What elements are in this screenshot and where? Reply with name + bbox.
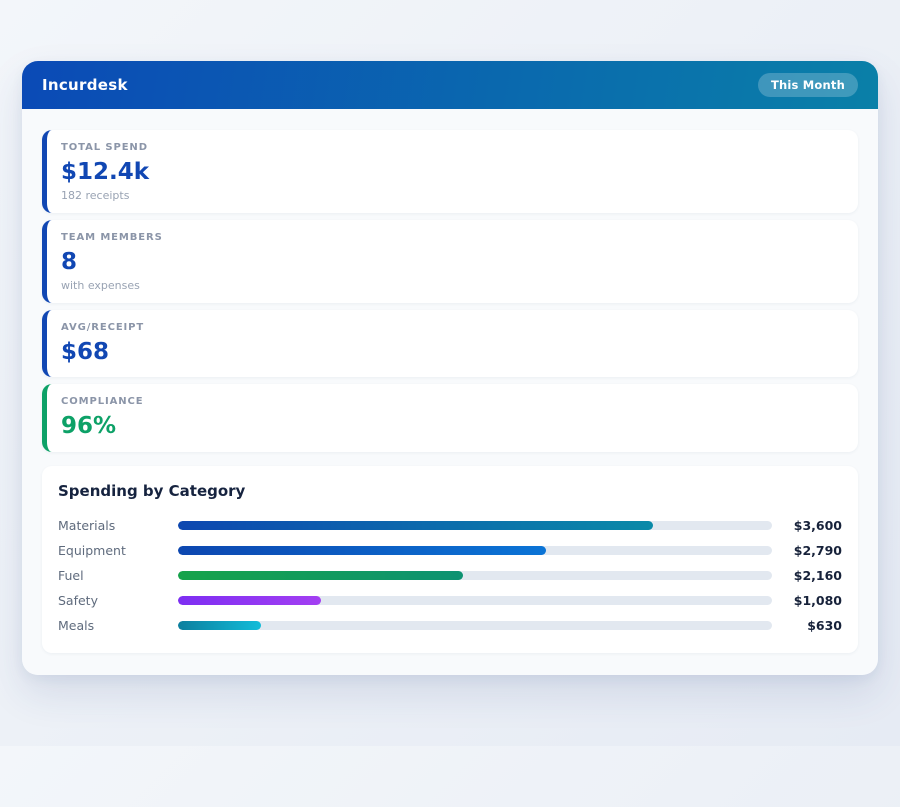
- bar-fill: [178, 521, 654, 530]
- bar-category-label: Materials: [58, 518, 116, 533]
- bar-row-equipment: Equipment $2,790: [58, 538, 842, 563]
- bar-fill: [178, 571, 464, 580]
- bar-value-label: $2,790: [793, 543, 842, 558]
- stat-value: $12.4k: [61, 159, 150, 185]
- stat-subtext: with expenses: [61, 278, 140, 292]
- bar-track: [178, 521, 772, 530]
- stat-value: 96%: [61, 413, 117, 440]
- bar-value-label: $630: [807, 618, 842, 633]
- stat-value: $68: [61, 338, 110, 365]
- stat-label: AVG/RECEIPT: [61, 321, 145, 333]
- period-badge[interactable]: This Month: [757, 73, 858, 97]
- stat-card-compliance: COMPLIANCE 96%: [42, 384, 858, 452]
- stat-card-team-members: TEAM MEMBERS 8 with expenses: [42, 219, 858, 303]
- bar-row-fuel: Fuel $2,160: [58, 563, 842, 588]
- bar-row-materials: Materials $3,600: [58, 513, 842, 538]
- bar-value-label: $2,160: [793, 568, 842, 583]
- bar-row-meals: Meals $630: [58, 613, 842, 638]
- bar-fill: [178, 596, 321, 605]
- bar-value-label: $1,080: [793, 593, 842, 608]
- bar-category-label: Equipment: [58, 543, 126, 558]
- stat-label: TEAM MEMBERS: [61, 231, 163, 243]
- bar-fill: [178, 546, 547, 555]
- stat-card-avg-receipt: AVG/RECEIPT $68: [42, 309, 858, 378]
- spending-by-category-card: Spending by Category Materials $3,600 Eq…: [42, 466, 858, 653]
- bar-fill: [178, 621, 262, 630]
- bar-row-safety: Safety $1,080: [58, 588, 842, 613]
- bar-track: [178, 571, 772, 580]
- bar-track: [178, 546, 772, 555]
- bar-category-label: Meals: [58, 618, 95, 633]
- bar-category-label: Fuel: [58, 568, 84, 583]
- dashboard-panel: Incurdesk This Month TOTAL SPEND $12.4k …: [22, 61, 878, 675]
- stat-label: COMPLIANCE: [61, 396, 144, 408]
- dashboard-content: TOTAL SPEND $12.4k 182 receipts TEAM MEM…: [22, 109, 878, 675]
- bar-value-label: $3,600: [793, 518, 842, 533]
- bar-track: [178, 621, 772, 630]
- stat-label: TOTAL SPEND: [61, 142, 148, 153]
- stat-value: 8: [61, 248, 78, 275]
- stat-subtext: 182 receipts: [61, 188, 130, 202]
- stat-card-total-spend: TOTAL SPEND $12.4k 182 receipts: [42, 130, 858, 213]
- chart-title: Spending by Category: [58, 482, 246, 500]
- bar-track: [178, 596, 772, 605]
- bar-category-label: Safety: [58, 593, 98, 608]
- app-title: Incurdesk: [42, 76, 128, 94]
- app-header: Incurdesk This Month: [22, 61, 878, 109]
